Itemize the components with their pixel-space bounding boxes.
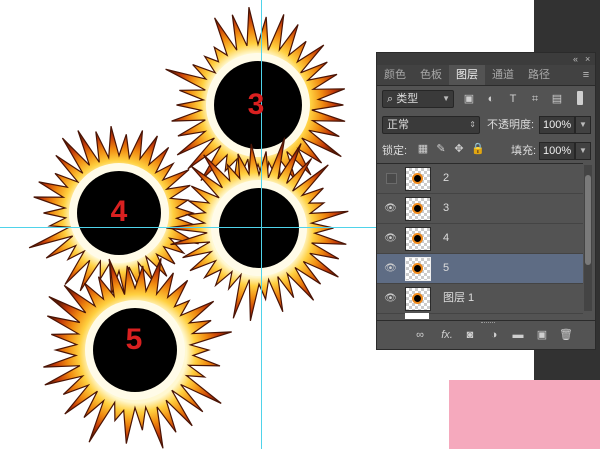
opacity-dropdown-button[interactable]: ▼	[575, 116, 591, 134]
layers-panel: « × 颜色 色板 图层 通道 路径 ≡ ⌕ 类型 ▼ ▣ ◐ T ⌗ ▤ 正常…	[376, 52, 596, 350]
burst-label-5: 5	[125, 323, 143, 356]
layer-row[interactable]: 👁 3	[377, 194, 583, 224]
layer-row[interactable]: 👁 图层 1	[377, 284, 583, 314]
layer-name: 5	[443, 262, 450, 274]
eye-icon[interactable]: 👁	[384, 232, 397, 245]
lock-move-icon[interactable]: ✥	[453, 143, 465, 155]
scrollbar-thumb[interactable]	[585, 175, 591, 265]
lock-row: 锁定: ▦ ✎ ✥ 🔒 填充: 100% ▼	[377, 138, 595, 164]
filter-value: 类型	[396, 93, 419, 105]
burst-label-3: 3	[247, 88, 265, 121]
layer-row-selected[interactable]: 👁 5	[377, 254, 583, 284]
fill-input[interactable]: 100%	[539, 142, 575, 160]
layer-thumbnail	[405, 167, 431, 191]
collapse-icon[interactable]: «	[573, 53, 578, 65]
layer-name: 4	[443, 232, 450, 244]
panel-title-bar[interactable]: « ×	[377, 53, 595, 65]
blend-mode-value: 正常	[387, 119, 409, 131]
pink-overlay	[449, 380, 600, 449]
layer-actions-bar: ∞ fx. ◙ ◑ ▬ ▣ 🗑	[377, 320, 595, 349]
fill-dropdown-button[interactable]: ▼	[575, 142, 591, 160]
tab-paths[interactable]: 路径	[521, 65, 557, 85]
blend-row: 正常 ⇕ 不透明度: 100% ▼	[377, 112, 595, 138]
panel-menu-icon[interactable]: ≡	[577, 65, 595, 85]
smart-object-filter-icon[interactable]: ▤	[551, 93, 563, 105]
chevron-down-icon: ▼	[442, 94, 450, 103]
chevron-updown-icon: ⇕	[469, 120, 476, 129]
layer-thumbnail	[405, 313, 429, 319]
tab-color[interactable]: 颜色	[377, 65, 413, 85]
blend-mode-select[interactable]: 正常 ⇕	[382, 116, 480, 134]
layer-row-partial[interactable]	[377, 313, 583, 319]
lock-transparent-icon[interactable]: ▦	[417, 143, 429, 155]
layer-list: 2 👁 3 👁 4 👁 5 👁 图层 1	[377, 163, 583, 314]
layer-name: 图层 1	[443, 292, 475, 304]
fill-label: 填充:	[511, 145, 537, 157]
flame-burst-center-core	[219, 188, 299, 268]
layer-thumbnail	[405, 257, 431, 281]
layer-scrollbar[interactable]	[584, 165, 592, 311]
opacity-input[interactable]: 100%	[539, 116, 575, 134]
link-layers-icon[interactable]: ∞	[413, 328, 427, 342]
eye-icon[interactable]: 👁	[384, 262, 397, 275]
tab-swatches[interactable]: 色板	[413, 65, 449, 85]
layer-row[interactable]: 2	[377, 164, 583, 194]
eye-icon[interactable]: 👁	[384, 202, 397, 215]
shape-filter-icon[interactable]: ⌗	[529, 93, 541, 105]
tab-channels[interactable]: 通道	[485, 65, 521, 85]
close-icon[interactable]: ×	[585, 53, 590, 65]
trash-icon[interactable]: 🗑	[559, 328, 573, 342]
search-icon: ⌕	[387, 93, 397, 105]
adjustment-filter-icon[interactable]: ◐	[485, 93, 497, 105]
layer-name: 3	[443, 202, 450, 214]
layer-name: 2	[443, 172, 450, 184]
resize-grip[interactable]	[481, 322, 495, 326]
visibility-toggle[interactable]	[386, 173, 397, 184]
layer-row[interactable]: 👁 4	[377, 224, 583, 254]
new-group-icon[interactable]: ▬	[511, 328, 525, 342]
fx-icon[interactable]: fx.	[437, 328, 457, 342]
layer-filter-select[interactable]: ⌕ 类型 ▼	[382, 90, 454, 108]
filter-row: ⌕ 类型 ▼ ▣ ◐ T ⌗ ▤	[377, 86, 595, 112]
layer-thumbnail	[405, 287, 431, 311]
filter-toggle[interactable]	[577, 91, 583, 105]
layer-thumbnail	[405, 197, 431, 221]
tab-layers[interactable]: 图层	[449, 65, 485, 85]
type-filter-icon[interactable]: T	[507, 93, 519, 105]
pixel-filter-icon[interactable]: ▣	[463, 93, 475, 105]
vertical-guide[interactable]	[261, 0, 262, 449]
opacity-label: 不透明度:	[487, 119, 535, 131]
panel-tabs: 颜色 色板 图层 通道 路径 ≡	[377, 65, 595, 86]
lock-label: 锁定:	[382, 145, 408, 157]
new-layer-icon[interactable]: ▣	[535, 328, 549, 342]
add-mask-icon[interactable]: ◙	[463, 328, 477, 342]
burst-label-4: 4	[110, 195, 128, 228]
eye-icon[interactable]: 👁	[384, 292, 397, 305]
layer-thumbnail	[405, 227, 431, 251]
lock-paint-icon[interactable]: ✎	[435, 143, 447, 155]
lock-all-icon[interactable]: 🔒	[471, 143, 485, 155]
adjustment-layer-icon[interactable]: ◑	[487, 328, 501, 342]
